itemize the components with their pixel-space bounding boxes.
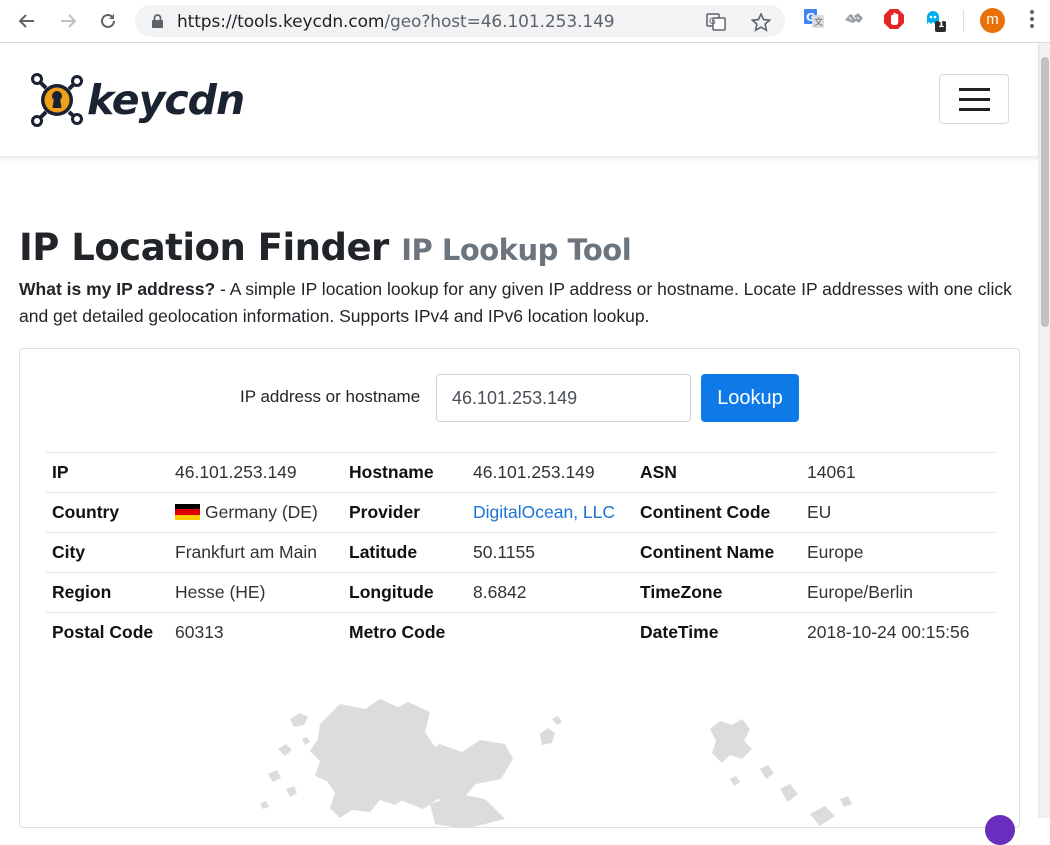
- germany-flag-icon: [175, 504, 200, 520]
- table-key: City: [52, 542, 86, 562]
- table-row: Region Hesse (HE) Longitude 8.6842 TimeZ…: [46, 572, 995, 613]
- hamburger-line: [959, 98, 990, 101]
- table-value: 50.1155: [473, 542, 535, 562]
- table-key: Postal Code: [52, 622, 154, 643]
- table-value-country: Germany (DE): [169, 493, 343, 533]
- table-value: Europe/Berlin: [807, 582, 914, 602]
- table-value: DigitalOcean, LLC: [467, 493, 634, 533]
- svg-text:文: 文: [814, 16, 823, 28]
- table-row: Postal Code 60313 Metro Code DateTime 20…: [46, 612, 995, 653]
- profile-avatar[interactable]: m: [980, 8, 1005, 33]
- ghostery-extension-icon[interactable]: 1: [923, 8, 947, 32]
- adblock-extension-icon[interactable]: [883, 8, 907, 32]
- scrollbar-thumb[interactable]: [1041, 57, 1049, 327]
- page-title-main: IP Location Finder: [19, 226, 389, 269]
- toolbar-divider: [963, 10, 964, 32]
- table-key: Metro Code: [349, 622, 446, 643]
- bookmark-star-icon[interactable]: [750, 12, 772, 37]
- google-translate-extension-icon[interactable]: G文: [803, 8, 827, 32]
- page-subtitle: IP Lookup Tool: [401, 233, 632, 267]
- table-value: EU: [807, 502, 832, 522]
- table-value: 2018-10-24 00:15:56: [807, 622, 970, 643]
- site-header: keycdn: [0, 43, 1038, 157]
- table-key: ASN: [640, 462, 677, 482]
- table-value: 60313: [175, 622, 224, 643]
- table-key: Latitude: [349, 542, 418, 562]
- map-marker[interactable]: [985, 815, 1015, 845]
- keycdn-key-icon: [31, 73, 83, 127]
- forward-arrow-icon[interactable]: [55, 8, 81, 34]
- table-key: Continent Name: [640, 542, 775, 562]
- table-value: 14061: [807, 462, 856, 482]
- table-value: 8.6842: [473, 582, 527, 602]
- table-key: Region: [52, 582, 112, 602]
- table-key: Country: [52, 502, 120, 522]
- url-host: https://tools.keycdn.com: [177, 12, 385, 32]
- page-title: IP Location Finder IP Lookup Tool: [19, 226, 632, 269]
- table-value: 46.101.253.149: [175, 462, 297, 482]
- table-key: DateTime: [640, 622, 719, 643]
- table-key: TimeZone: [640, 582, 723, 602]
- table-key: Provider: [349, 502, 420, 522]
- svg-text:G: G: [709, 17, 716, 27]
- lookup-button[interactable]: Lookup: [701, 374, 799, 422]
- hamburger-line: [959, 88, 990, 91]
- page-description: What is my IP address? - A simple IP loc…: [19, 276, 1019, 330]
- reload-icon[interactable]: [95, 8, 121, 34]
- ip-input[interactable]: [436, 374, 691, 422]
- lock-icon[interactable]: [152, 14, 163, 33]
- keycdn-logo[interactable]: keycdn: [29, 71, 245, 129]
- url-path: /geo?host=46.101.253.149: [384, 12, 615, 32]
- geo-results-table: IP 46.101.253.149 Hostname 46.101.253.14…: [46, 452, 995, 653]
- page-scrollbar[interactable]: [1038, 43, 1050, 818]
- hamburger-menu-button[interactable]: [939, 74, 1009, 124]
- table-value: 46.101.253.149: [473, 462, 595, 482]
- url-text[interactable]: https://tools.keycdn.com/geo?host=46.101…: [177, 12, 615, 32]
- ip-input-label: IP address or hostname: [240, 387, 421, 406]
- table-key: Hostname: [349, 462, 434, 482]
- table-key: Longitude: [349, 582, 434, 602]
- handshake-extension-icon[interactable]: [843, 8, 867, 32]
- address-bar[interactable]: https://tools.keycdn.com/geo?host=46.101…: [135, 5, 785, 37]
- hamburger-line: [959, 108, 990, 111]
- extension-badge: 1: [938, 20, 945, 30]
- logo-wordmark: keycdn: [87, 75, 245, 124]
- table-value: Hesse (HE): [175, 582, 266, 602]
- browser-toolbar: https://tools.keycdn.com/geo?host=46.101…: [0, 0, 1050, 43]
- description-bold: What is my IP address?: [19, 279, 216, 299]
- translate-icon[interactable]: G: [706, 13, 726, 36]
- table-row: Country Germany (DE) Provider DigitalOce…: [46, 492, 995, 533]
- table-value: Europe: [807, 542, 864, 562]
- back-arrow-icon[interactable]: [14, 8, 40, 34]
- table-key: IP: [52, 462, 69, 482]
- table-value: [467, 613, 634, 653]
- lookup-card: IP address or hostname Lookup IP 46.101.…: [19, 348, 1020, 828]
- table-row: City Frankfurt am Main Latitude 50.1155 …: [46, 532, 995, 573]
- table-value: Frankfurt am Main: [175, 542, 317, 562]
- table-key: Continent Code: [640, 502, 771, 522]
- country-text: Germany (DE): [205, 502, 318, 522]
- table-row: IP 46.101.253.149 Hostname 46.101.253.14…: [46, 452, 995, 493]
- location-map[interactable]: [20, 679, 1020, 828]
- provider-link[interactable]: DigitalOcean, LLC: [473, 502, 615, 522]
- browser-menu-icon[interactable]: [1025, 10, 1039, 31]
